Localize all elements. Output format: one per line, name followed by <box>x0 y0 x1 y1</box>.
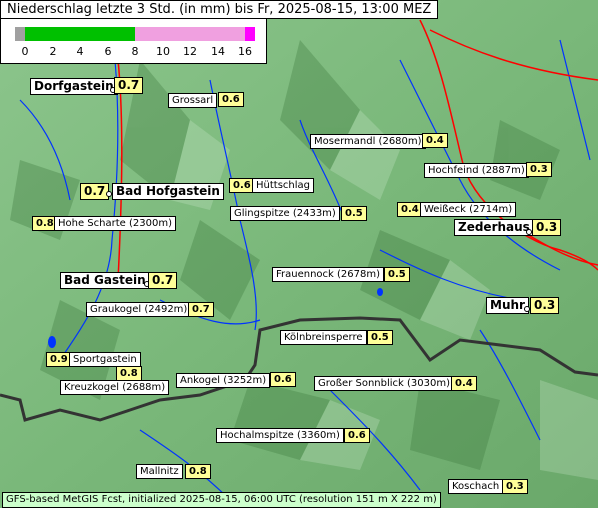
lake <box>377 288 383 296</box>
legend-high-swatch <box>135 27 245 41</box>
place-label-ankogel: Ankogel (3252m) <box>176 373 271 388</box>
legend-none-swatch <box>15 27 25 41</box>
legend-tick: 0 <box>21 45 29 58</box>
place-label-hohe-scharte: Hohe Scharte (2300m) <box>54 216 176 231</box>
legend-max-swatch <box>245 27 255 41</box>
place-label-huettschlag: Hüttschlag <box>252 178 314 193</box>
place-value-dorfgastein: 0.7 <box>114 77 144 94</box>
legend-tick: 10 <box>156 45 170 58</box>
map-title: Niederschlag letzte 3 Std. (in mm) bis F… <box>0 0 439 19</box>
place-label-kreuzkogel: Kreuzkogel (2688m) <box>60 380 170 395</box>
place-value-hochfeind: 0.3 <box>526 162 552 177</box>
legend-tick: 16 <box>238 45 252 58</box>
precipitation-legend: 0 2 4 6 8 10 12 14 16 <box>0 18 267 64</box>
place-label-grosser-sonnblick: Großer Sonnblick (3030m) <box>314 376 455 391</box>
legend-tick: 4 <box>76 45 84 58</box>
place-value-hochalmspitze: 0.6 <box>344 428 370 443</box>
place-value-muhr: 0.3 <box>530 297 560 314</box>
place-label-mosermandl: Mosermandl (2680m) <box>310 134 426 149</box>
place-value-grossarl: 0.6 <box>218 92 244 107</box>
place-label-hochalmspitze: Hochalmspitze (3360m) <box>216 428 344 443</box>
place-label-bad-hofgastein: Bad Hofgastein <box>112 183 224 200</box>
legend-tick: 8 <box>131 45 139 58</box>
legend-tick: 14 <box>211 45 225 58</box>
legend-tick: 2 <box>49 45 57 58</box>
place-value-zederhaus: 0.3 <box>532 219 562 236</box>
legend-tick: 6 <box>104 45 112 58</box>
place-value-weisseck: 0.4 <box>397 202 423 217</box>
place-label-mallnitz: Mallnitz <box>136 464 183 479</box>
place-label-glingspitze: Glingspitze (2433m) <box>230 206 340 221</box>
place-value-sportgastein: 0.9 <box>46 352 72 367</box>
place-label-hochfeind: Hochfeind (2887m) <box>424 163 529 178</box>
place-label-muhr: Muhr <box>486 297 529 314</box>
place-value-grosser-sonnblick: 0.4 <box>451 376 477 391</box>
legend-tick: 12 <box>183 45 197 58</box>
place-label-bad-gastein: Bad Gastein <box>60 272 150 289</box>
place-label-koelnbreinsperre: Kölnbreinsperre <box>280 330 367 345</box>
place-label-zederhaus: Zederhaus <box>454 219 534 236</box>
place-label-frauennock: Frauennock (2678m) <box>272 267 385 282</box>
place-value-bad-hofgastein: 0.7 <box>80 183 110 200</box>
place-value-frauennock: 0.5 <box>384 267 410 282</box>
place-value-koschach: 0.3 <box>502 479 528 494</box>
place-value-huettschlag: 0.6 <box>229 178 255 193</box>
lake <box>48 336 56 348</box>
place-value-graukogel: 0.7 <box>188 302 214 317</box>
place-label-grossarl: Grossarl <box>168 93 218 108</box>
place-label-dorfgastein: Dorfgastein <box>30 78 118 95</box>
place-label-koschach: Koschach <box>448 479 504 494</box>
place-label-weisseck: Weißeck (2714m) <box>420 202 517 217</box>
place-value-kreuzkogel: 0.8 <box>116 366 142 381</box>
place-value-mosermandl: 0.4 <box>422 133 448 148</box>
place-value-koelnbreinsperre: 0.5 <box>367 330 393 345</box>
place-label-graukogel: Graukogel (2492m) <box>86 302 192 317</box>
place-value-ankogel: 0.6 <box>270 372 296 387</box>
place-value-bad-gastein: 0.7 <box>148 272 178 289</box>
place-label-sportgastein: Sportgastein <box>69 352 141 367</box>
legend-low-swatch <box>25 27 135 41</box>
place-value-mallnitz: 0.8 <box>185 464 211 479</box>
place-value-glingspitze: 0.5 <box>341 206 367 221</box>
model-info-footer: GFS-based MetGIS Fcst, initialized 2025-… <box>2 492 441 508</box>
